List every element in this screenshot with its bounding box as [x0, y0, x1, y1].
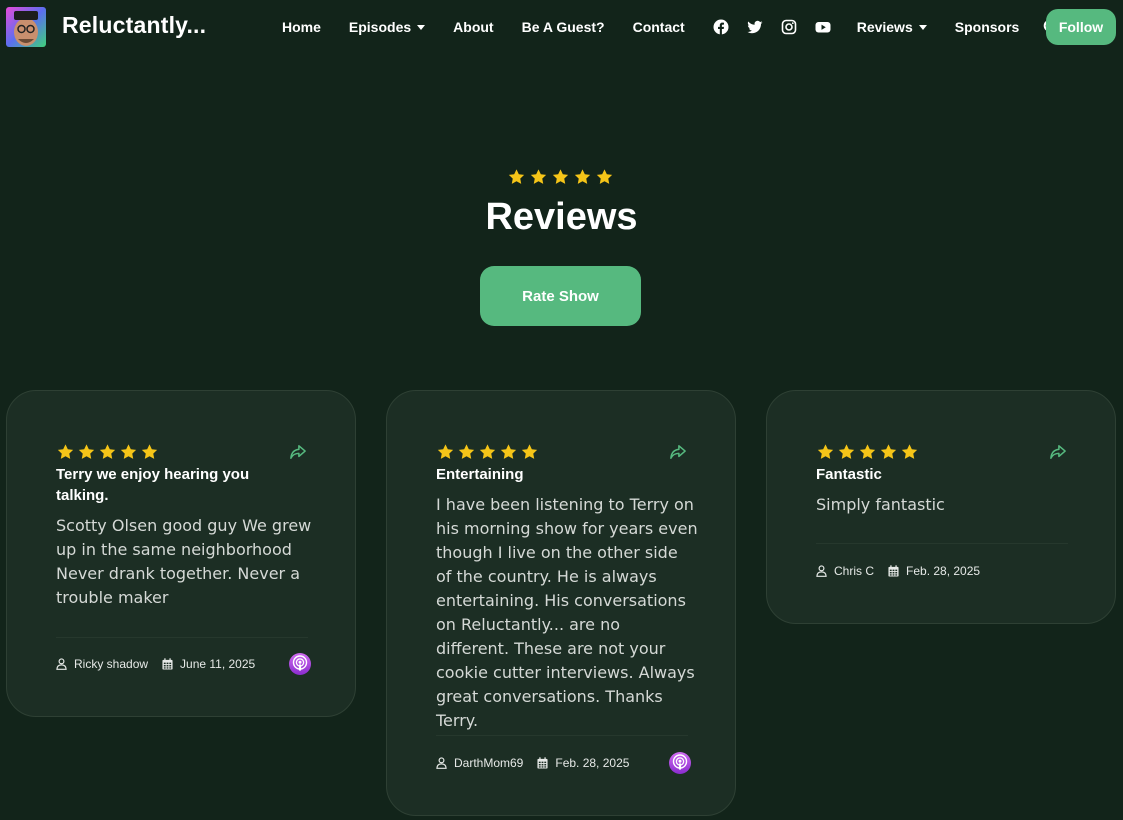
star-icon [520, 443, 539, 461]
user-icon [436, 757, 447, 769]
star-icon [900, 443, 919, 461]
nav-links: Home Episodes About Be A Guest? Contact … [282, 0, 1077, 54]
follow-button[interactable]: Follow [1046, 9, 1116, 45]
review-meta: DarthMom69 Feb. 28, 2025 [436, 756, 629, 770]
nav-sponsors-label: Sponsors [954, 19, 1020, 35]
star-icon [529, 168, 548, 186]
nav-home-label: Home [282, 19, 321, 35]
calendar-icon [162, 658, 173, 670]
review-author: Chris C [834, 564, 875, 578]
star-icon [56, 443, 75, 461]
calendar-icon [888, 565, 899, 577]
share-icon[interactable] [669, 444, 687, 460]
top-navbar: Reluctantly... Home Episodes About Be A … [0, 0, 1123, 54]
nav-sponsors[interactable]: Sponsors [955, 19, 1020, 35]
brand-name[interactable]: Reluctantly... [62, 12, 206, 39]
nav-be-a-guest[interactable]: Be A Guest? [522, 19, 605, 35]
user-icon [816, 565, 827, 577]
star-icon [457, 443, 476, 461]
star-icon [119, 443, 138, 461]
star-icon [478, 443, 497, 461]
facebook-icon[interactable] [713, 19, 729, 35]
star-icon [436, 443, 455, 461]
nav-episodes[interactable]: Episodes [348, 19, 426, 35]
review-rating-stars [436, 443, 539, 461]
nav-about[interactable]: About [453, 19, 493, 35]
review-date: Feb. 28, 2025 [555, 756, 630, 770]
divider [436, 735, 688, 736]
nav-about-label: About [453, 19, 494, 35]
review-card: Terry we enjoy hearing you talking. Scot… [6, 390, 356, 717]
review-title: Terry we enjoy hearing you talking. [56, 466, 250, 504]
hero-rating-stars [507, 168, 614, 186]
nav-episodes-label: Episodes [348, 19, 412, 35]
review-rating-stars [816, 443, 919, 461]
star-icon [816, 443, 835, 461]
nav-contact-label: Contact [632, 19, 685, 35]
nav-reviews[interactable]: Reviews [857, 19, 927, 35]
star-icon [98, 443, 117, 461]
star-icon [837, 443, 856, 461]
podcast-logo[interactable] [6, 7, 46, 47]
instagram-icon[interactable] [781, 19, 797, 35]
apple-podcasts-icon[interactable] [669, 752, 691, 774]
star-icon [507, 168, 526, 186]
nav-reviews-label: Reviews [856, 19, 913, 35]
calendar-icon [537, 757, 548, 769]
review-meta: Chris C Feb. 28, 2025 [816, 564, 980, 578]
review-date: Feb. 28, 2025 [906, 564, 981, 578]
review-card: Fantastic Simply fantastic Chris C Feb. … [766, 390, 1116, 624]
apple-podcasts-icon[interactable] [289, 653, 311, 675]
star-icon [140, 443, 159, 461]
review-card: Entertaining I have been listening to Te… [386, 390, 736, 816]
star-icon [595, 168, 614, 186]
star-icon [858, 443, 877, 461]
share-icon[interactable] [289, 444, 307, 460]
nav-be-a-guest-label: Be A Guest? [521, 19, 605, 35]
review-body: I have been listening to Terry on his mo… [436, 495, 698, 730]
review-author: DarthMom69 [454, 756, 524, 770]
twitter-icon[interactable] [747, 19, 763, 35]
review-meta: Ricky shadow June 11, 2025 [56, 657, 255, 671]
star-icon [573, 168, 592, 186]
review-title: Fantastic [816, 466, 882, 483]
page-title: Reviews [485, 196, 638, 238]
divider [56, 637, 308, 638]
star-icon [879, 443, 898, 461]
review-title: Entertaining [436, 466, 524, 483]
star-icon [77, 443, 96, 461]
divider [816, 543, 1068, 544]
review-date: June 11, 2025 [180, 657, 256, 671]
star-icon [551, 168, 570, 186]
rate-show-button[interactable]: Rate Show [480, 266, 641, 326]
review-body: Simply fantastic [816, 495, 945, 514]
review-body: Scotty Olsen good guy We grew up in the … [56, 516, 312, 607]
chevron-down-icon [918, 25, 927, 30]
user-icon [56, 658, 67, 670]
chevron-down-icon [417, 25, 426, 30]
youtube-icon[interactable] [815, 19, 831, 35]
review-rating-stars [56, 443, 159, 461]
share-icon[interactable] [1049, 444, 1067, 460]
nav-home[interactable]: Home [282, 19, 321, 35]
star-icon [499, 443, 518, 461]
review-author: Ricky shadow [74, 657, 149, 671]
nav-contact[interactable]: Contact [633, 19, 685, 35]
